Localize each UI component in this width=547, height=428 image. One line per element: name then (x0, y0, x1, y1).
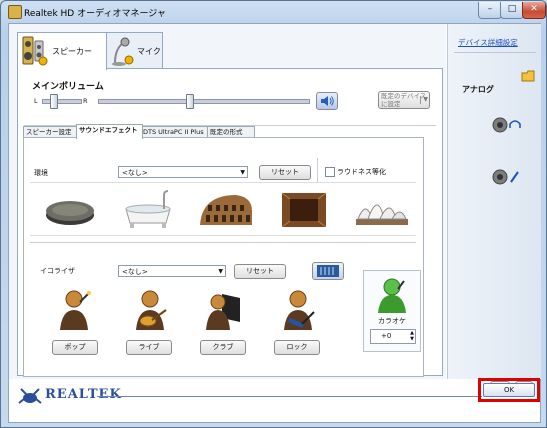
chevron-down-icon: ▼ (240, 169, 245, 176)
environment-select-value: <なし> (122, 169, 148, 177)
karaoke-singer-icon[interactable] (372, 275, 412, 315)
loudness-label: ラウドネス等化 (337, 168, 386, 176)
mute-button[interactable] (316, 92, 338, 110)
environment-reset-button[interactable]: リセット (259, 165, 311, 180)
window-title: Realtek HD オーディオマネージャ (24, 9, 166, 19)
close-button[interactable]: ✕ (522, 2, 546, 19)
headphone-jack-icon[interactable] (492, 116, 522, 134)
divider (30, 242, 416, 243)
equalizer-icon (317, 265, 339, 277)
right-pane: デバイス詳細設定 アナログ (447, 24, 541, 379)
karaoke-stepper[interactable]: +0 ▲ ▼ (370, 329, 416, 344)
ok-button[interactable]: OK (483, 383, 535, 397)
divider (454, 52, 536, 53)
environment-select[interactable]: <なし> ▼ (118, 166, 248, 178)
balance-left-label: L (34, 97, 38, 105)
stone-disc-icon[interactable] (40, 185, 100, 233)
analog-label: アナログ (462, 85, 494, 94)
opera-house-icon[interactable] (352, 185, 412, 233)
app-icon (8, 5, 22, 19)
maximize-button[interactable]: □ (500, 2, 524, 19)
brand-text: REALTEK (45, 387, 122, 402)
balance-slider-thumb[interactable] (49, 94, 58, 109)
speaker-volume-icon (321, 96, 334, 106)
footer: REALTEK (9, 379, 540, 422)
eq-pop-button[interactable]: ポップ (52, 340, 98, 355)
tab-speaker-label: スピーカー (52, 47, 92, 56)
main-volume-group: メインボリューム L R 既定のデバイスに設定 ▼ (28, 79, 432, 115)
eq-rock-button[interactable]: ロック (274, 340, 320, 355)
wooden-room-icon[interactable] (274, 185, 334, 233)
karaoke-label: カラオケ (378, 317, 406, 325)
eq-club-button[interactable]: クラブ (200, 340, 246, 355)
graphic-eq-button[interactable] (312, 262, 344, 280)
chevron-down-icon[interactable]: ▼ (420, 96, 428, 104)
tab-mic[interactable]: マイク (106, 32, 163, 69)
club-pianist-icon[interactable] (204, 288, 244, 333)
equalizer-label: イコライザ (40, 267, 75, 275)
eq-live-button[interactable]: ライブ (126, 340, 172, 355)
title-bar: Realtek HD オーディオマネージャ – □ ✕ (1, 1, 546, 23)
environment-label: 環境 (34, 169, 48, 177)
realtek-crab-logo-icon (18, 388, 42, 404)
tab-speaker[interactable]: スピーカー (17, 32, 107, 70)
equalizer-select[interactable]: <なし> ▼ (118, 265, 226, 277)
volume-slider-track[interactable] (98, 99, 310, 104)
folder-icon[interactable] (521, 70, 535, 82)
bathtub-icon[interactable] (118, 185, 178, 233)
mic-jack-icon[interactable] (492, 168, 522, 186)
main-volume-title: メインボリューム (32, 82, 104, 92)
balance-slider-track[interactable] (42, 99, 82, 104)
minimize-button[interactable]: – (478, 2, 502, 19)
advanced-device-settings-link[interactable]: デバイス詳細設定 (458, 37, 518, 48)
karaoke-value: +0 (381, 332, 392, 340)
tab-mic-label: マイク (137, 47, 161, 56)
microphone-icon (112, 37, 134, 66)
ok-highlight: OK (478, 378, 540, 402)
client-area: スピーカー マイク メインボリューム L R 既定のデバイスに設定 ▼ スピーカ… (8, 23, 541, 423)
left-pane: スピーカー マイク メインボリューム L R 既定のデバイスに設定 ▼ スピーカ… (9, 24, 446, 379)
footer-rule (97, 396, 482, 397)
speaker-icon (22, 36, 48, 66)
set-default-device-button[interactable]: 既定のデバイスに設定 ▼ (378, 91, 430, 109)
rock-guitarist-icon[interactable] (278, 288, 318, 333)
karaoke-group: カラオケ +0 ▲ ▼ (363, 270, 421, 352)
divider (317, 158, 318, 182)
pop-singer-icon[interactable] (54, 288, 94, 333)
colosseum-icon[interactable] (196, 185, 256, 233)
volume-slider-thumb[interactable] (185, 94, 194, 109)
equalizer-select-value: <なし> (122, 268, 148, 276)
environment-group: 環境 <なし> ▼ リセット ラウドネス等化 (24, 138, 423, 238)
loudness-checkbox[interactable] (325, 167, 335, 177)
live-guitarist-icon[interactable] (130, 288, 170, 333)
sound-effects-panel: 環境 <なし> ▼ リセット ラウドネス等化 イコライザ <なし> ▼ リセット… (23, 137, 424, 377)
environment-presets (30, 182, 416, 236)
tab-sound-effects[interactable]: サウンドエフェクト (76, 124, 143, 139)
app-window: Realtek HD オーディオマネージャ – □ ✕ スピーカー マイク メイ… (0, 0, 547, 428)
stepper-arrows-icon[interactable]: ▲ ▼ (410, 330, 414, 342)
equalizer-reset-button[interactable]: リセット (234, 264, 286, 279)
balance-right-label: R (83, 97, 88, 105)
chevron-down-icon: ▼ (218, 268, 223, 275)
